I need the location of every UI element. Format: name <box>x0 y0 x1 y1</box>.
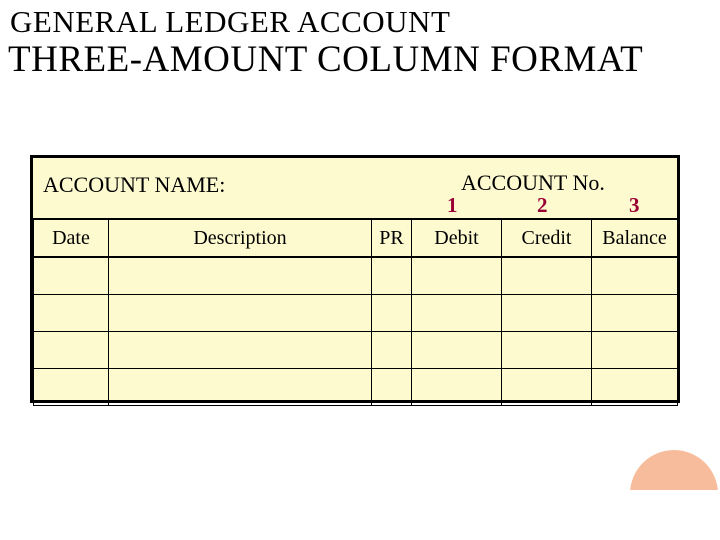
table-row <box>34 295 678 332</box>
ledger-table: Date Description PR Debit Credit Balance <box>33 218 678 406</box>
col-header-debit: Debit <box>412 219 502 257</box>
cell-description <box>109 332 372 369</box>
col-header-balance: Balance <box>592 219 678 257</box>
cell-debit <box>412 369 502 406</box>
ledger-header: ACCOUNT NAME: ACCOUNT No. 1 2 3 <box>33 158 677 218</box>
table-row <box>34 369 678 406</box>
account-no-label: ACCOUNT No. <box>461 170 605 196</box>
decorative-circle-icon <box>630 450 718 538</box>
cell-pr <box>372 369 412 406</box>
cell-date <box>34 369 109 406</box>
col-header-pr: PR <box>372 219 412 257</box>
cell-pr <box>372 332 412 369</box>
cell-description <box>109 369 372 406</box>
cell-credit <box>502 332 592 369</box>
cell-date <box>34 332 109 369</box>
cell-credit <box>502 369 592 406</box>
cell-balance <box>592 257 678 295</box>
cell-debit <box>412 332 502 369</box>
col-header-date: Date <box>34 219 109 257</box>
annotation-2: 2 <box>537 193 548 218</box>
ledger-card: ACCOUNT NAME: ACCOUNT No. 1 2 3 Date Des… <box>30 155 680 403</box>
cell-balance <box>592 332 678 369</box>
cell-debit <box>412 295 502 332</box>
cell-credit <box>502 295 592 332</box>
account-name-label: ACCOUNT NAME: <box>43 172 225 198</box>
annotation-1: 1 <box>447 193 458 218</box>
page-title-line2: THREE-AMOUNT COLUMN FORMAT <box>8 38 643 81</box>
cell-description <box>109 257 372 295</box>
cell-pr <box>372 257 412 295</box>
col-header-credit: Credit <box>502 219 592 257</box>
col-header-description: Description <box>109 219 372 257</box>
cell-credit <box>502 257 592 295</box>
table-row <box>34 257 678 295</box>
cell-date <box>34 257 109 295</box>
annotation-3: 3 <box>629 193 640 218</box>
page-title-line1: GENERAL LEDGER ACCOUNT <box>10 4 450 40</box>
table-row <box>34 332 678 369</box>
cell-balance <box>592 295 678 332</box>
cell-date <box>34 295 109 332</box>
cell-debit <box>412 257 502 295</box>
table-header-row: Date Description PR Debit Credit Balance <box>34 219 678 257</box>
cell-pr <box>372 295 412 332</box>
cell-description <box>109 295 372 332</box>
cell-balance <box>592 369 678 406</box>
